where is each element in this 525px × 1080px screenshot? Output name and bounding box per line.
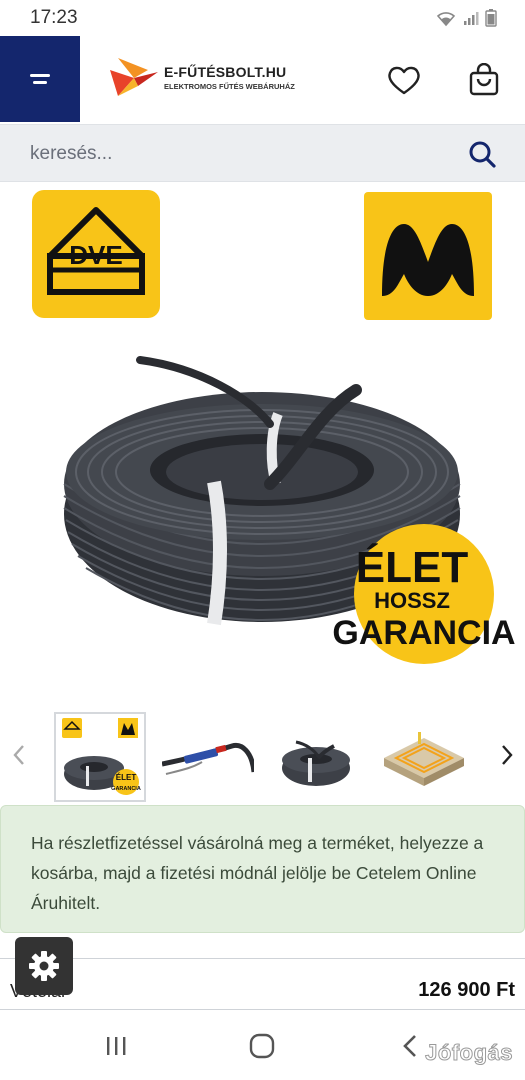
watermark: Jófogás	[425, 1040, 513, 1066]
status-icons	[435, 9, 497, 27]
search-bar	[0, 124, 525, 182]
wifi-icon	[436, 12, 456, 27]
cart-button[interactable]	[464, 60, 504, 100]
thumb-cable-connector[interactable]	[162, 712, 254, 802]
chevron-left-icon	[13, 745, 24, 765]
wishlist-button[interactable]	[384, 60, 424, 100]
back-icon	[403, 1035, 416, 1057]
svg-text:ÉLET: ÉLET	[116, 773, 137, 782]
badge-line2: HOSSZ	[374, 588, 450, 613]
home-button[interactable]	[242, 1026, 282, 1066]
site-header: E-FŰTÉSBOLT.HU ELEKTROMOS FŰTÉS WEBÁRUHÁ…	[0, 36, 525, 122]
warranty-badge: ÉLET HOSSZ GARANCIA	[332, 524, 516, 664]
badge-line1: ÉLET	[356, 542, 469, 592]
brand-logo	[364, 192, 492, 320]
recent-apps-icon	[107, 1037, 126, 1055]
heart-icon	[388, 66, 420, 95]
search-input[interactable]	[18, 133, 438, 175]
status-bar: 17:23	[0, 0, 525, 36]
settings-button[interactable]	[15, 937, 73, 995]
recent-apps-button[interactable]	[96, 1026, 136, 1066]
badge-line3: GARANCIA	[332, 614, 515, 652]
thumb-floor-installation[interactable]	[378, 712, 470, 802]
search-icon	[469, 141, 496, 168]
carousel-prev-button[interactable]	[4, 740, 34, 770]
logo-subtitle: ELEKTROMOS FŰTÉS WEBÁRUHÁZ	[164, 81, 295, 91]
price-row: Vételár 126 900 Ft	[0, 958, 525, 1010]
hamburger-menu-icon	[30, 74, 50, 84]
installment-notice: Ha részletfizetéssel vásárolná meg a ter…	[0, 805, 525, 933]
carousel-next-button[interactable]	[492, 740, 522, 770]
logo-flame-icon	[110, 58, 158, 96]
thumb-cable-coil[interactable]	[270, 712, 362, 802]
battery-icon	[485, 9, 497, 27]
home-icon	[249, 1033, 275, 1059]
search-button[interactable]	[465, 137, 499, 171]
thumbnail-carousel: ÉLET GARANCIA	[0, 708, 525, 804]
menu-button[interactable]	[0, 36, 80, 122]
installment-notice-text: Ha részletfizetéssel vásárolná meg a ter…	[31, 833, 484, 913]
site-logo[interactable]: E-FŰTÉSBOLT.HU ELEKTROMOS FŰTÉS WEBÁRUHÁ…	[108, 56, 295, 98]
shopping-bag-icon	[469, 63, 499, 96]
vde-logo: DVE	[32, 190, 160, 318]
vde-letters: DVE	[69, 240, 122, 270]
chevron-right-icon	[502, 745, 513, 765]
price-value: 126 900 Ft	[418, 979, 515, 1001]
logo-name: E-FŰTÉSBOLT.HU	[164, 63, 287, 80]
gear-icon	[29, 951, 59, 981]
signal-icon	[464, 12, 479, 25]
back-button[interactable]	[390, 1026, 430, 1066]
status-time: 17:23	[30, 7, 78, 28]
svg-text:GARANCIA: GARANCIA	[111, 786, 141, 792]
product-main-image[interactable]: DVE ÉLET HOSSZ GARANCIA	[0, 184, 525, 704]
thumb-cable-coil-badges[interactable]: ÉLET GARANCIA	[54, 712, 146, 802]
